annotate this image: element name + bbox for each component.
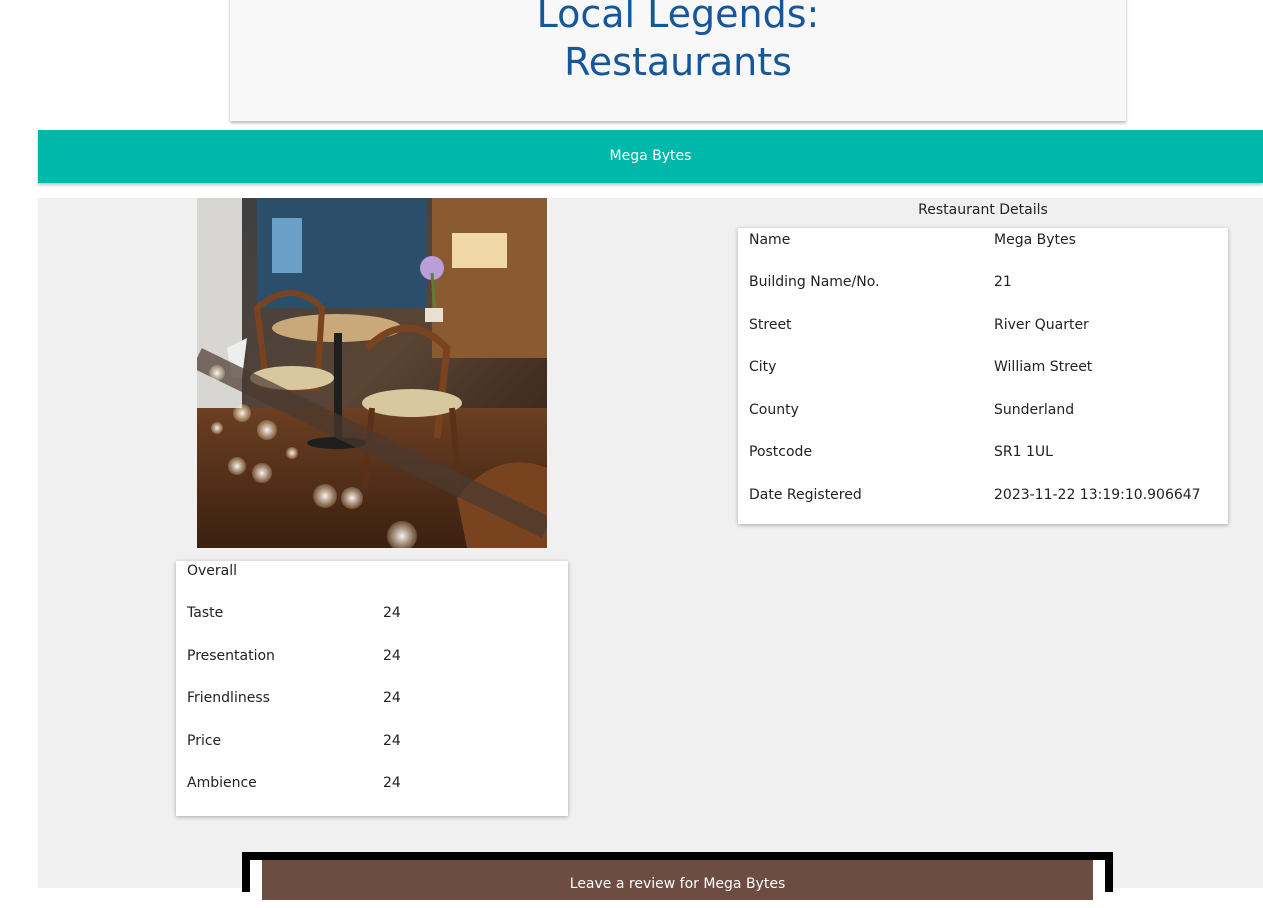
page-title-line-1: Local Legends: (536, 0, 820, 36)
restaurant-name-bar: Mega Bytes (38, 130, 1263, 183)
detail-value: William Street (994, 359, 1093, 375)
scores-heading-row: Overall (187, 561, 557, 581)
score-label: Presentation (187, 648, 275, 664)
restaurant-photo (197, 198, 547, 548)
score-value: 24 (383, 775, 401, 791)
score-value: 24 (383, 648, 401, 664)
review-form-frame: Leave a review for Mega Bytes (242, 852, 1113, 900)
detail-label: Street (749, 317, 792, 333)
detail-label: Building Name/No. (749, 274, 880, 290)
detail-row-postcode: Postcode SR1 1UL (749, 442, 1217, 462)
score-row-ambience: Ambience 24 (187, 773, 557, 793)
detail-value: SR1 1UL (994, 444, 1053, 460)
scores-heading: Overall (187, 563, 238, 579)
detail-label: Date Registered (749, 487, 862, 503)
detail-value: River Quarter (994, 317, 1089, 333)
detail-row-county: County Sunderland (749, 400, 1217, 420)
score-row-presentation: Presentation 24 (187, 646, 557, 666)
page-title-line-2: Restaurants (564, 40, 792, 84)
score-label: Ambience (187, 775, 257, 791)
score-value: 24 (383, 690, 401, 706)
detail-row-name: Name Mega Bytes (749, 230, 1217, 250)
detail-value: Sunderland (994, 402, 1075, 418)
detail-row-street: Street River Quarter (749, 315, 1217, 335)
restaurant-details-card: Name Mega Bytes Building Name/No. 21 Str… (738, 228, 1228, 524)
detail-row-city: City William Street (749, 357, 1217, 377)
detail-value: Mega Bytes (994, 232, 1076, 248)
score-value: 24 (383, 733, 401, 749)
score-label: Friendliness (187, 690, 270, 706)
page-header: Local Legends: Restaurants (230, 0, 1126, 121)
restaurant-details-title: Restaurant Details (918, 202, 1048, 218)
score-row-taste: Taste 24 (187, 603, 557, 623)
detail-label: Name (749, 232, 791, 248)
detail-label: Postcode (749, 444, 813, 460)
leave-review-header: Leave a review for Mega Bytes (262, 860, 1093, 900)
detail-row-building: Building Name/No. 21 (749, 272, 1217, 292)
restaurant-content: Overall Taste 24 Presentation 24 Friendl… (38, 198, 1263, 888)
scores-card: Overall Taste 24 Presentation 24 Friendl… (176, 561, 568, 816)
score-row-price: Price 24 (187, 731, 557, 751)
detail-label: County (749, 402, 799, 418)
detail-label: City (749, 359, 777, 375)
page-title: Local Legends: Restaurants (230, 0, 1126, 86)
detail-value: 2023-11-22 13:19:10.906647 (994, 487, 1201, 503)
score-value: 24 (383, 605, 401, 621)
score-row-friendliness: Friendliness 24 (187, 688, 557, 708)
review-form: Leave a review for Mega Bytes (250, 860, 1105, 900)
score-label: Taste (187, 605, 224, 621)
score-label: Price (187, 733, 222, 749)
detail-value: 21 (994, 274, 1012, 290)
detail-row-date-registered: Date Registered 2023-11-22 13:19:10.9066… (749, 485, 1217, 505)
